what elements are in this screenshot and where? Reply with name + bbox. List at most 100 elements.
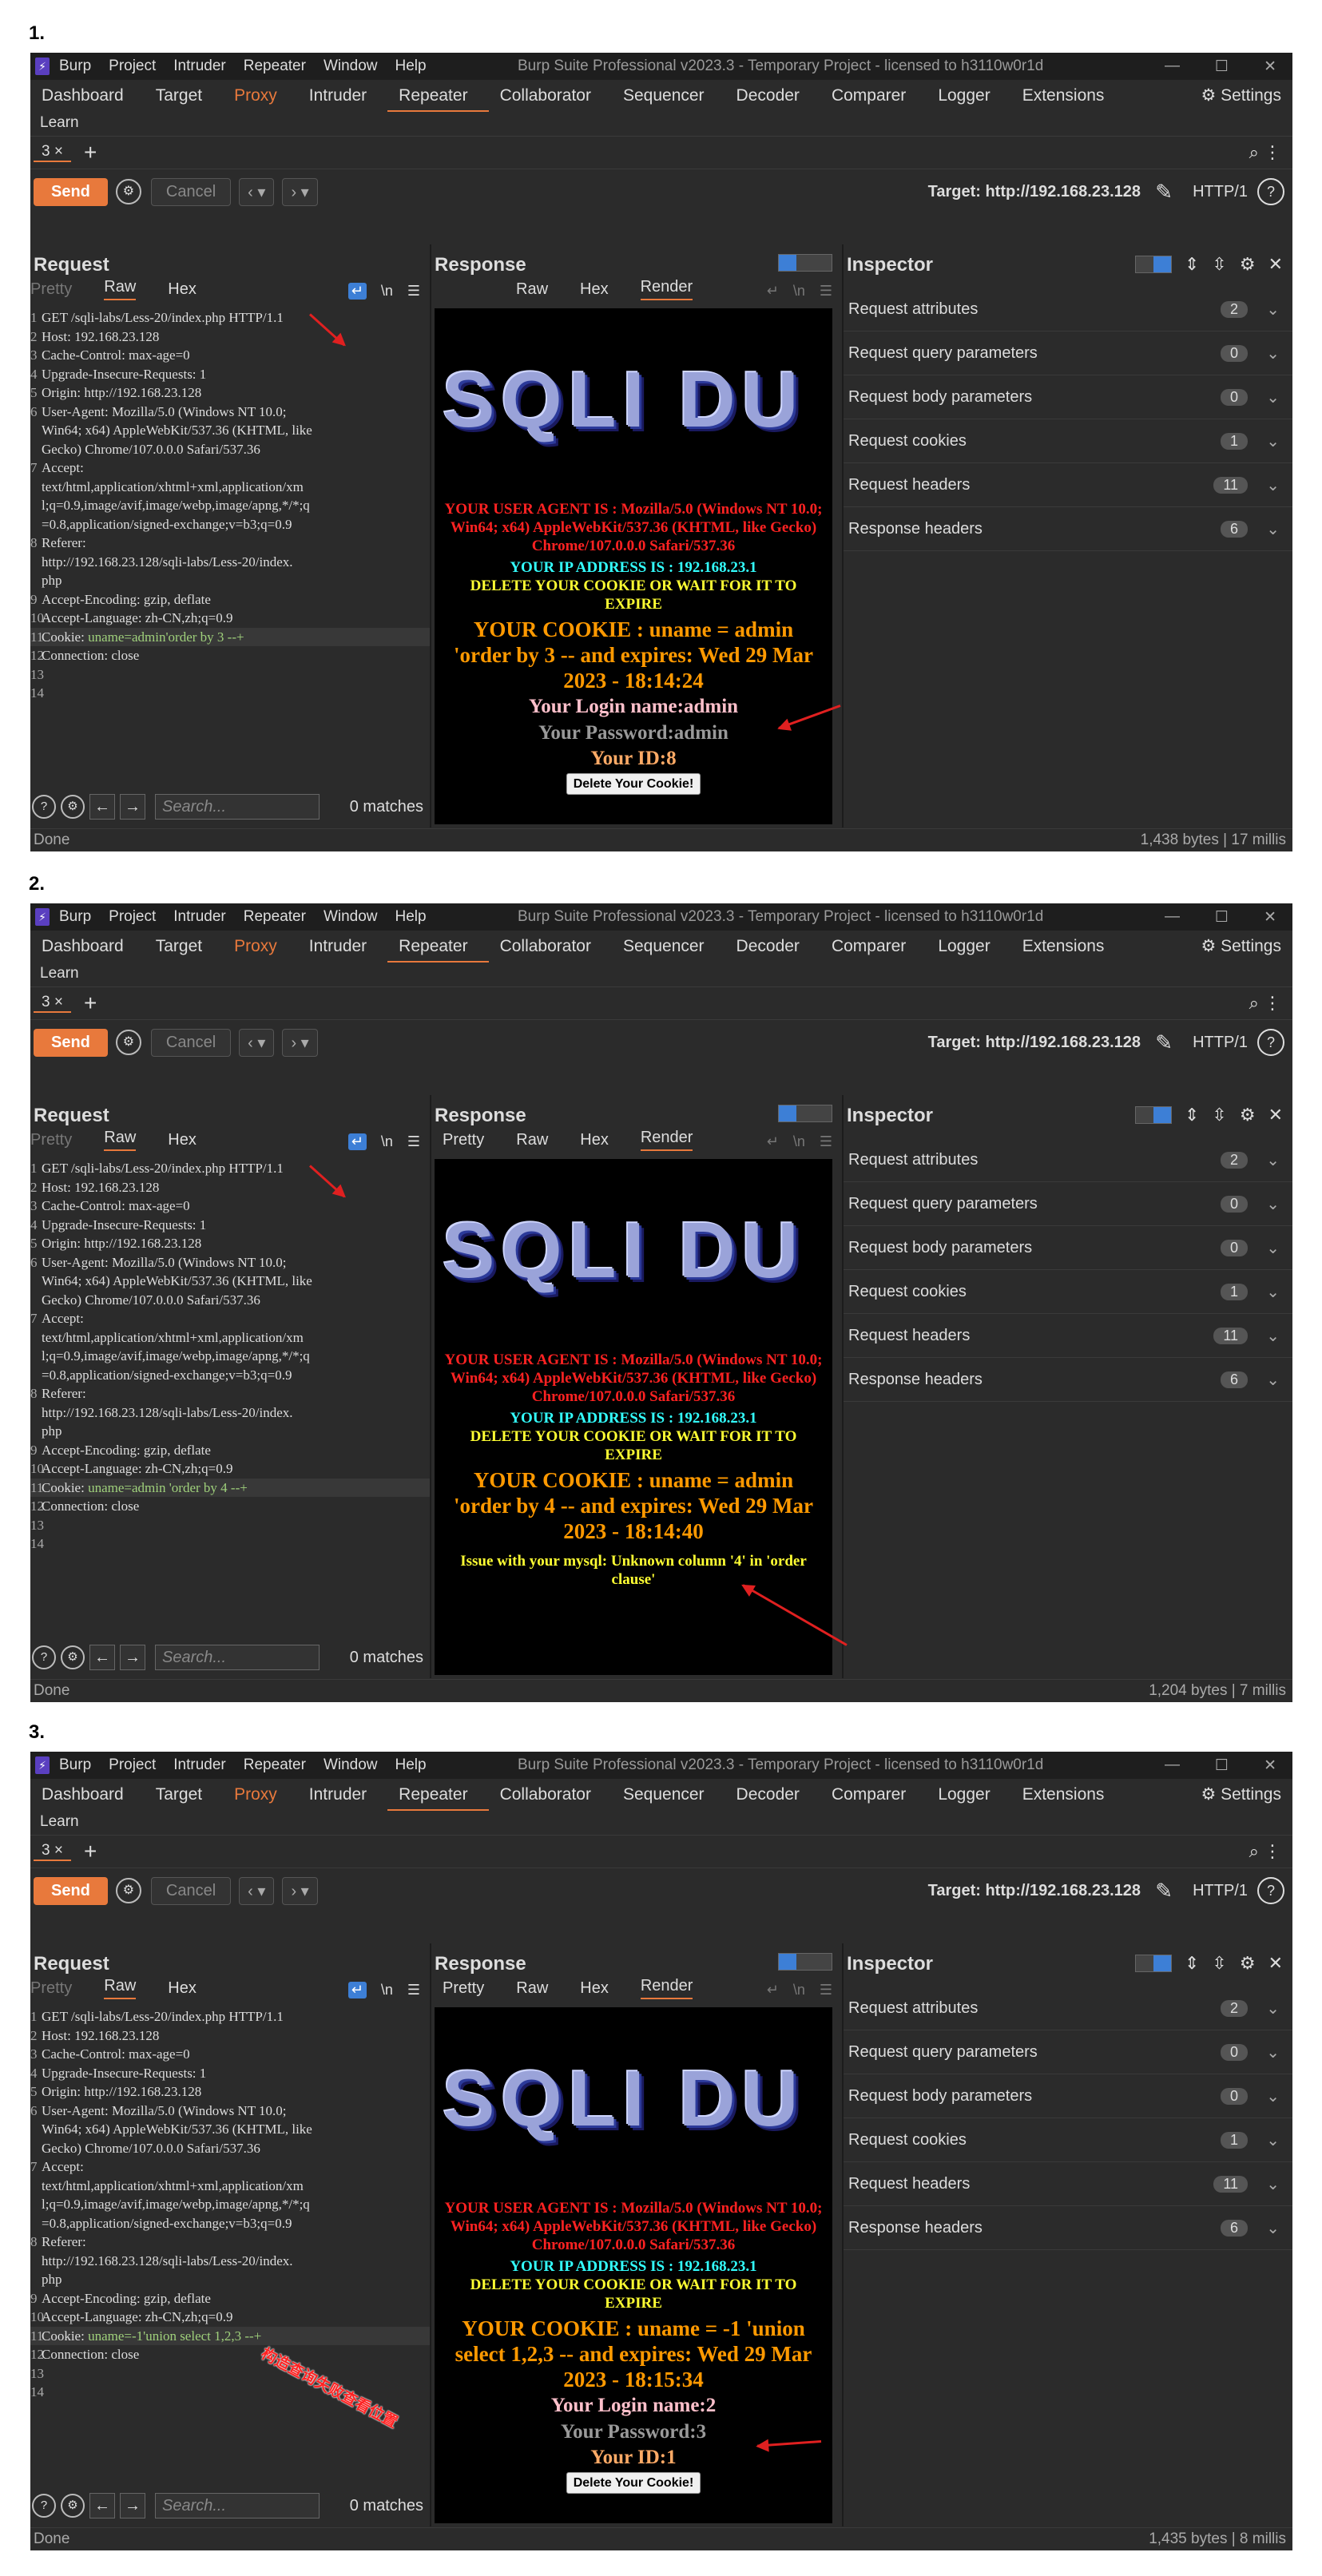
request-tab-raw[interactable]: Raw xyxy=(104,1977,137,1999)
word-wrap-icon[interactable]: ↵ xyxy=(347,1133,367,1150)
chevron-down-icon[interactable]: ⌄ xyxy=(1266,2086,1280,2106)
expand-all-icon[interactable]: ⇕ xyxy=(1185,1953,1199,1974)
chevron-down-icon[interactable]: ⌄ xyxy=(1266,300,1280,320)
search-icon[interactable]: ⌕ ⋮ xyxy=(1249,1841,1281,1862)
layout-option[interactable] xyxy=(814,1954,832,1970)
search-input[interactable]: Search... xyxy=(155,794,320,820)
search-settings-gear-icon[interactable]: ⚙ xyxy=(61,1645,85,1669)
tab-learn[interactable]: Learn xyxy=(30,963,1292,987)
tab-collaborator[interactable]: Collaborator xyxy=(489,1785,612,1811)
tab-repeater[interactable]: Repeater xyxy=(387,1785,489,1811)
close-icon[interactable]: ✕ xyxy=(1268,1953,1283,1974)
tab-repeater[interactable]: Repeater xyxy=(387,86,489,112)
menu-item-repeater[interactable]: Repeater xyxy=(244,908,306,925)
layout-option[interactable] xyxy=(779,1105,796,1121)
request-tab-raw[interactable]: Raw xyxy=(104,1129,137,1151)
tab-intruder[interactable]: Intruder xyxy=(298,1785,387,1811)
response-tab-raw[interactable]: Raw xyxy=(516,1131,548,1149)
request-tab-raw[interactable]: Raw xyxy=(104,278,137,300)
chevron-down-icon[interactable]: ⌄ xyxy=(1266,2218,1280,2238)
inspector-row[interactable]: Request headers 11 ⌄ xyxy=(844,1314,1292,1358)
help-icon[interactable]: ? xyxy=(32,795,56,819)
chevron-down-icon[interactable]: ⌄ xyxy=(1266,387,1280,407)
menu-item-burp[interactable]: Burp xyxy=(59,908,91,925)
tab-learn[interactable]: Learn xyxy=(30,112,1292,137)
send-options-gear-icon[interactable]: ⚙ xyxy=(115,1878,141,1903)
search-icon[interactable]: ⌕ ⋮ xyxy=(1249,993,1281,1014)
inspector-row[interactable]: Request headers 11 ⌄ xyxy=(844,463,1292,507)
chevron-down-icon[interactable]: ⌄ xyxy=(1266,343,1280,363)
response-tab-pretty[interactable]: Pretty xyxy=(443,1131,484,1149)
menu-item-project[interactable]: Project xyxy=(109,908,156,925)
layout-toggle[interactable] xyxy=(778,1953,832,1971)
maximize-icon[interactable]: ☐ xyxy=(1215,58,1229,76)
tab-comparer[interactable]: Comparer xyxy=(820,86,927,112)
minimize-icon[interactable]: — xyxy=(1165,1756,1180,1775)
response-tab-render[interactable]: Render xyxy=(640,1977,693,1999)
maximize-icon[interactable]: ☐ xyxy=(1215,908,1229,927)
tab-comparer[interactable]: Comparer xyxy=(820,937,927,963)
edit-target-pencil-icon[interactable]: ✎ xyxy=(1155,180,1173,204)
http-version-selector[interactable]: HTTP/1 xyxy=(1193,1034,1248,1052)
collapse-all-icon[interactable]: ⇳ xyxy=(1212,1105,1226,1125)
inspector-row[interactable]: Response headers 6 ⌄ xyxy=(844,2206,1292,2250)
tab-sequencer[interactable]: Sequencer xyxy=(612,1785,725,1811)
inspector-row[interactable]: Request cookies 1 ⌄ xyxy=(844,419,1292,463)
inspector-row[interactable]: Request body parameters 0 ⌄ xyxy=(844,375,1292,419)
repeater-tab-3[interactable]: 3 × xyxy=(34,1842,71,1861)
tab-decoder[interactable]: Decoder xyxy=(725,1785,820,1811)
send-options-gear-icon[interactable]: ⚙ xyxy=(115,1030,141,1055)
tab-sequencer[interactable]: Sequencer xyxy=(612,86,725,112)
help-icon[interactable]: ? xyxy=(1257,178,1284,205)
tab-extensions[interactable]: Extensions xyxy=(1011,937,1125,963)
tab-extensions[interactable]: Extensions xyxy=(1011,86,1125,112)
cancel-button[interactable]: Cancel xyxy=(150,177,232,206)
inspector-row[interactable]: Request headers 11 ⌄ xyxy=(844,2162,1292,2206)
tab-logger[interactable]: Logger xyxy=(927,1785,1010,1811)
tab-proxy[interactable]: Proxy xyxy=(223,86,298,112)
layout-option[interactable] xyxy=(779,255,796,271)
newline-toggle-icon[interactable]: \n xyxy=(793,283,805,300)
inspector-row[interactable]: Request attributes 2 ⌄ xyxy=(844,1987,1292,2030)
tab-dashboard[interactable]: Dashboard xyxy=(30,1785,145,1811)
search-next-icon[interactable]: → xyxy=(120,2493,145,2518)
newline-toggle-icon[interactable]: \n xyxy=(381,283,393,300)
minimize-icon[interactable]: — xyxy=(1165,58,1180,76)
close-icon[interactable]: ✕ xyxy=(1268,254,1283,275)
newline-toggle-icon[interactable]: \n xyxy=(793,1133,805,1150)
layout-option[interactable] xyxy=(779,1954,796,1970)
inspector-row[interactable]: Request attributes 2 ⌄ xyxy=(844,1138,1292,1182)
inspector-settings-gear-icon[interactable]: ⚙ xyxy=(1240,1105,1256,1125)
tab-intruder[interactable]: Intruder xyxy=(298,937,387,963)
search-icon[interactable]: ⌕ ⋮ xyxy=(1249,142,1281,163)
response-tab-raw[interactable]: Raw xyxy=(516,280,548,299)
menu-item-project[interactable]: Project xyxy=(109,58,156,74)
inspector-row[interactable]: Request cookies 1 ⌄ xyxy=(844,1270,1292,1314)
help-icon[interactable]: ? xyxy=(32,2494,56,2518)
chevron-down-icon[interactable]: ⌄ xyxy=(1266,2174,1280,2194)
settings-button[interactable]: ⚙ Settings xyxy=(1201,1784,1281,1804)
close-icon[interactable]: ✕ xyxy=(1264,58,1276,76)
maximize-icon[interactable]: ☐ xyxy=(1215,1756,1229,1775)
layout-option[interactable] xyxy=(796,1105,814,1121)
tab-target[interactable]: Target xyxy=(145,1785,223,1811)
tab-learn[interactable]: Learn xyxy=(30,1811,1292,1836)
chevron-down-icon[interactable]: ⌄ xyxy=(1266,1150,1280,1170)
request-tab-hex[interactable]: Hex xyxy=(168,1979,197,1998)
request-tab-pretty[interactable]: Pretty xyxy=(30,1131,72,1149)
search-prev-icon[interactable]: ← xyxy=(89,1645,115,1670)
history-back-button[interactable]: ‹ ▾ xyxy=(239,1876,275,1905)
add-tab-icon[interactable]: + xyxy=(84,140,97,165)
editor-menu-icon[interactable]: ☰ xyxy=(820,283,832,300)
word-wrap-icon[interactable]: ↵ xyxy=(767,1982,779,1998)
search-settings-gear-icon[interactable]: ⚙ xyxy=(61,795,85,819)
delete-cookie-button[interactable]: Delete Your Cookie! xyxy=(566,2472,701,2494)
help-icon[interactable]: ? xyxy=(32,1645,56,1669)
tab-logger[interactable]: Logger xyxy=(927,937,1010,963)
layout-option[interactable] xyxy=(1135,1107,1153,1123)
inspector-row[interactable]: Request query parameters 0 ⌄ xyxy=(844,2030,1292,2074)
http-version-selector[interactable]: HTTP/1 xyxy=(1193,183,1248,201)
layout-option[interactable] xyxy=(1153,1955,1171,1971)
help-icon[interactable]: ? xyxy=(1257,1029,1284,1056)
add-tab-icon[interactable]: + xyxy=(84,1839,97,1864)
